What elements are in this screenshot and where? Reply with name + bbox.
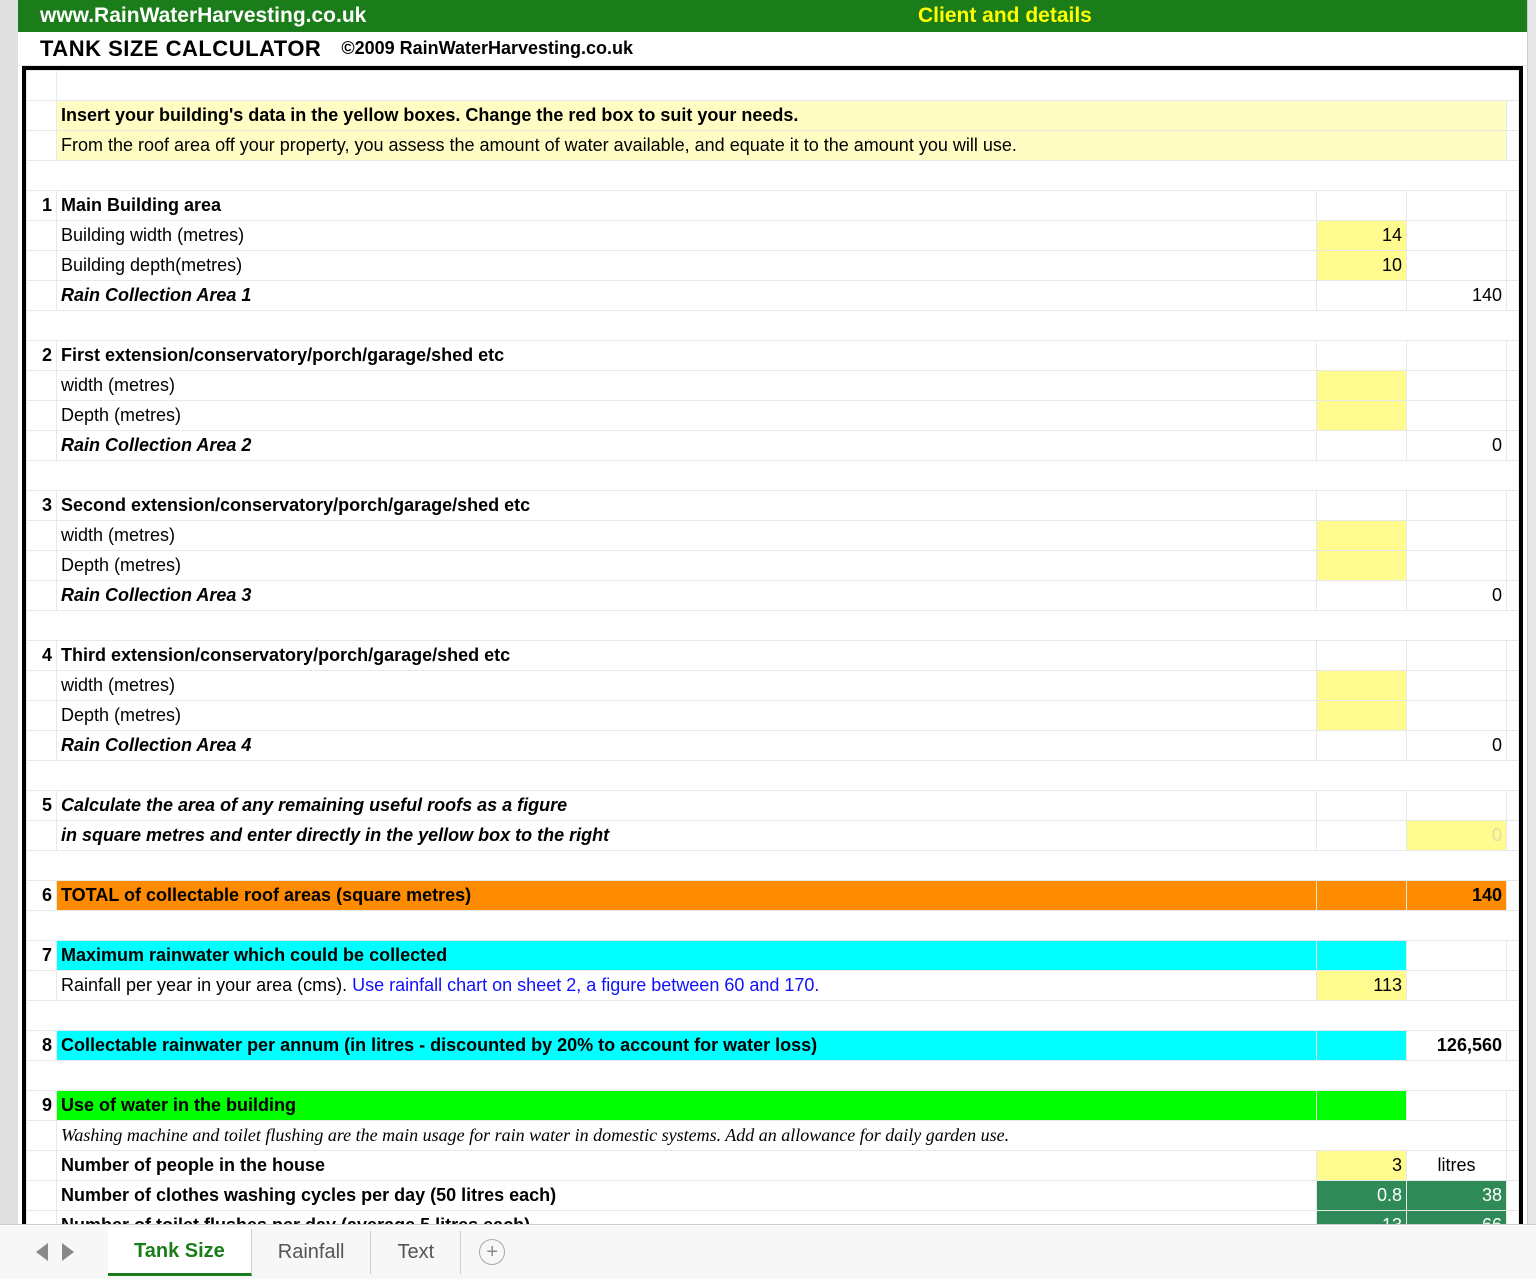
s2-width-label: width (metres) xyxy=(57,371,1317,401)
section-2-num: 2 xyxy=(27,341,57,371)
s4-area-label: Rain Collection Area 4 xyxy=(57,731,1317,761)
s7-rain-hint: Use rainfall chart on sheet 2, a figure … xyxy=(352,975,819,995)
s4-depth-label: Depth (metres) xyxy=(57,701,1317,731)
s2-area-value: 0 xyxy=(1407,431,1507,461)
tab-scroll-right-icon[interactable] xyxy=(62,1243,74,1261)
s9-litres-label: litres xyxy=(1407,1151,1507,1181)
sheet-tabs-bar: Tank Size Rainfall Text + xyxy=(0,1224,1536,1279)
section-9-num: 9 xyxy=(27,1091,57,1121)
s4-area-value: 0 xyxy=(1407,731,1507,761)
s7-rain-input[interactable]: 113 xyxy=(1317,971,1407,1001)
s8-value: 126,560 xyxy=(1407,1031,1507,1061)
header-url: www.RainWaterHarvesting.co.uk xyxy=(40,4,366,28)
client-details-label: Client and details xyxy=(918,4,1092,28)
s3-area-value: 0 xyxy=(1407,581,1507,611)
s9-note: Washing machine and toilet flushing are … xyxy=(57,1121,1507,1151)
s1-width-label: Building width (metres) xyxy=(57,221,1317,251)
s2-area-label: Rain Collection Area 2 xyxy=(57,431,1317,461)
s7-title: Maximum rainwater which could be collect… xyxy=(57,941,1317,971)
s3-depth-input[interactable] xyxy=(1317,551,1407,581)
s9-wash-litres: 38 xyxy=(1407,1181,1507,1211)
s4-depth-input[interactable] xyxy=(1317,701,1407,731)
header-banner: www.RainWaterHarvesting.co.uk Client and… xyxy=(18,0,1527,32)
s6-title: TOTAL of collectable roof areas (square … xyxy=(57,881,1317,911)
s1-depth-label: Building depth(metres) xyxy=(57,251,1317,281)
tab-rainfall[interactable]: Rainfall xyxy=(252,1231,372,1274)
tab-scroll-left-icon[interactable] xyxy=(36,1243,48,1261)
s8-title: Collectable rainwater per annum (in litr… xyxy=(57,1031,1317,1061)
s3-depth-label: Depth (metres) xyxy=(57,551,1317,581)
vertical-scrollbar[interactable] xyxy=(1528,0,1536,1224)
s1-area-label: Rain Collection Area 1 xyxy=(57,281,1317,311)
section-3-title: Second extension/conservatory/porch/gara… xyxy=(57,491,1317,521)
s3-width-input[interactable] xyxy=(1317,521,1407,551)
section-3-num: 3 xyxy=(27,491,57,521)
s7-rain-row: Rainfall per year in your area (cms). Us… xyxy=(57,971,1317,1001)
s1-width-input[interactable]: 14 xyxy=(1317,221,1407,251)
s3-area-label: Rain Collection Area 3 xyxy=(57,581,1317,611)
s1-depth-input[interactable]: 10 xyxy=(1317,251,1407,281)
instruction-line-2: From the roof area off your property, yo… xyxy=(57,131,1507,161)
tab-text[interactable]: Text xyxy=(371,1231,461,1274)
section-7-num: 7 xyxy=(27,941,57,971)
s9-wash-input[interactable]: 0.8 xyxy=(1317,1181,1407,1211)
section-4-num: 4 xyxy=(27,641,57,671)
s9-people-label: Number of people in the house xyxy=(57,1151,1317,1181)
s5-remain-input[interactable]: 0 xyxy=(1407,821,1507,851)
s2-depth-label: Depth (metres) xyxy=(57,401,1317,431)
s3-width-label: width (metres) xyxy=(57,521,1317,551)
title-row: TANK SIZE CALCULATOR ©2009 RainWaterHarv… xyxy=(18,32,1527,66)
s9-wash-label: Number of clothes washing cycles per day… xyxy=(57,1181,1317,1211)
section-1-num: 1 xyxy=(27,191,57,221)
section-2-title: First extension/conservatory/porch/garag… xyxy=(57,341,1317,371)
instruction-line-1: Insert your building's data in the yello… xyxy=(57,101,1507,131)
section-1-title: Main Building area xyxy=(57,191,1317,221)
s9-people-input[interactable]: 3 xyxy=(1317,1151,1407,1181)
s7-rain-label: Rainfall per year in your area (cms). xyxy=(61,975,352,995)
s1-area-value: 140 xyxy=(1407,281,1507,311)
row-gutter xyxy=(0,0,18,1224)
s4-width-input[interactable] xyxy=(1317,671,1407,701)
add-sheet-button[interactable]: + xyxy=(479,1239,505,1265)
s2-width-input[interactable] xyxy=(1317,371,1407,401)
tab-tank-size[interactable]: Tank Size xyxy=(108,1228,252,1276)
s2-depth-input[interactable] xyxy=(1317,401,1407,431)
section-8-num: 8 xyxy=(27,1031,57,1061)
s4-width-label: width (metres) xyxy=(57,671,1317,701)
s5-line1: Calculate the area of any remaining usef… xyxy=(57,791,1317,821)
s6-total-value: 140 xyxy=(1407,881,1507,911)
section-4-title: Third extension/conservatory/porch/garag… xyxy=(57,641,1317,671)
section-6-num: 6 xyxy=(27,881,57,911)
copyright: ©2009 RainWaterHarvesting.co.uk xyxy=(341,38,633,59)
section-5-num: 5 xyxy=(27,791,57,821)
calculator-title: TANK SIZE CALCULATOR xyxy=(40,36,321,62)
s5-line2: in square metres and enter directly in t… xyxy=(57,821,1317,851)
s9-title: Use of water in the building xyxy=(57,1091,1317,1121)
